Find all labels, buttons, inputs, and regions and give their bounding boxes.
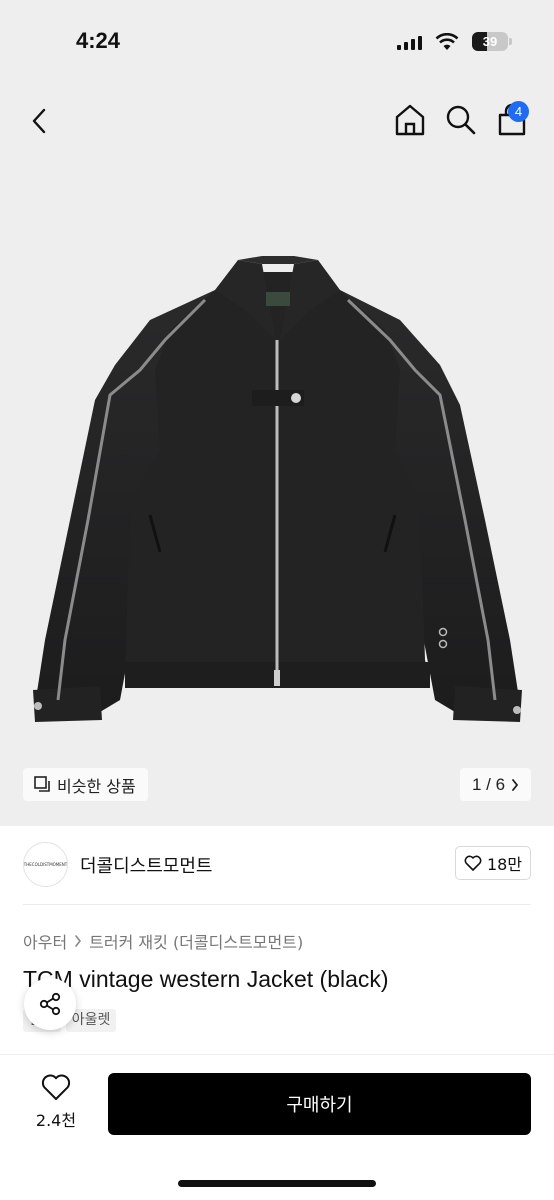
breadcrumb: 아우터 트러커 재킷 (더콜디스트모먼트) <box>23 929 303 953</box>
product-image-gallery[interactable]: 4:24 39 4 비슷한 상품 1 / 6 <box>0 0 554 826</box>
bottom-bar-divider <box>0 1054 554 1055</box>
breadcrumb-category[interactable]: 아우터 <box>23 929 67 953</box>
shop-info-row[interactable]: THECOLDISTMOMENT 더콜디스트모먼트 18만 <box>0 826 554 904</box>
shop-name[interactable]: 더콜디스트모먼트 <box>80 852 212 878</box>
product-image-jacket <box>33 256 522 722</box>
cellular-signal-icon <box>397 36 422 50</box>
image-counter-text: 1 / 6 <box>471 774 506 794</box>
cart-count-badge: 4 <box>508 101 529 122</box>
shop-like-count: 18만 <box>486 855 523 874</box>
status-time: 4:24 <box>76 28 121 53</box>
wish-count: 2.4천 <box>35 1111 77 1130</box>
shop-logo[interactable]: THECOLDISTMOMENT <box>23 842 68 887</box>
wifi-icon <box>435 33 459 50</box>
battery-icon: 39 <box>472 32 508 51</box>
chevron-right-icon <box>75 935 82 947</box>
search-icon <box>446 105 476 135</box>
search-button[interactable] <box>444 102 478 138</box>
heart-icon <box>464 855 482 871</box>
wish-button[interactable]: 2.4천 <box>23 1073 89 1135</box>
shop-logo-text: THECOLDISTMOMENT <box>23 862 68 867</box>
image-counter[interactable]: 1 / 6 <box>460 768 531 801</box>
home-indicator <box>178 1180 376 1187</box>
similar-products-button[interactable]: 비슷한 상품 <box>23 768 148 801</box>
home-button[interactable] <box>392 102 428 138</box>
product-title: TCM vintage western Jacket (black) <box>23 966 389 992</box>
share-icon <box>39 992 61 1016</box>
home-icon <box>395 104 425 136</box>
battery-level: 39 <box>482 34 498 49</box>
section-divider <box>23 904 531 905</box>
heart-icon <box>41 1074 71 1100</box>
share-button[interactable] <box>24 978 76 1030</box>
breadcrumb-subcategory[interactable]: 트러커 재킷 (더콜디스트모먼트) <box>89 929 303 953</box>
back-icon <box>32 108 46 134</box>
battery-tip <box>509 38 512 45</box>
similar-items-icon <box>34 776 50 792</box>
chevron-right-icon <box>512 778 519 791</box>
shop-like-button[interactable]: 18만 <box>455 846 531 880</box>
back-button[interactable] <box>24 104 56 138</box>
buy-button[interactable]: 구매하기 <box>108 1073 531 1135</box>
status-bar: 4:24 39 <box>0 0 554 80</box>
similar-products-label: 비슷한 상품 <box>57 776 136 796</box>
